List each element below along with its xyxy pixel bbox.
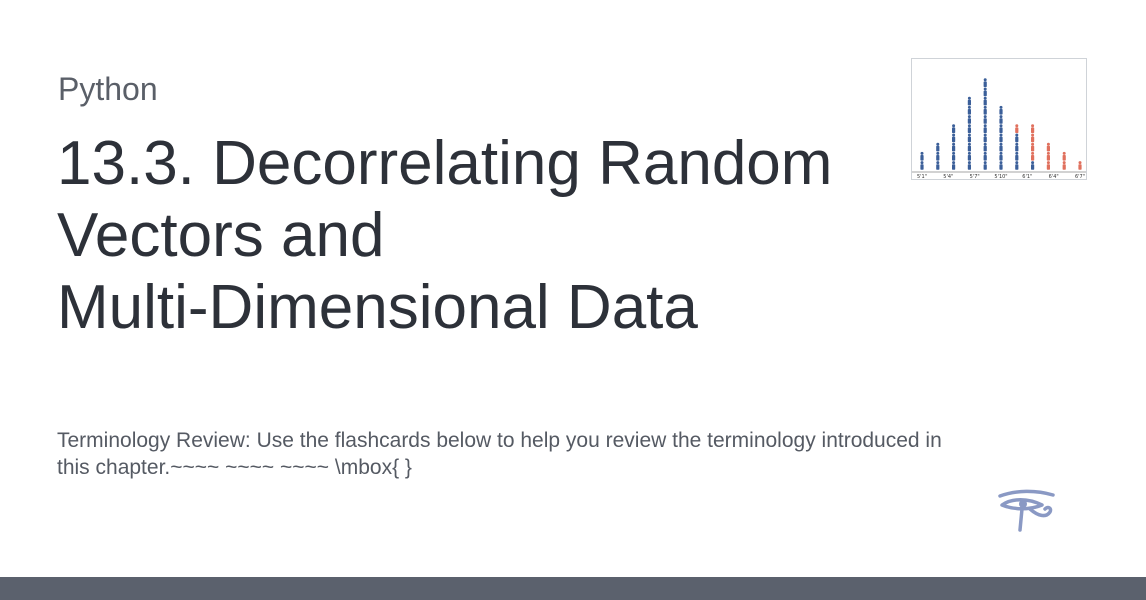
person-figure xyxy=(983,78,987,87)
person-figure xyxy=(1015,142,1019,152)
eye-of-horus-icon xyxy=(998,489,1055,532)
person-figure xyxy=(999,124,1003,133)
person-figure xyxy=(1015,124,1019,133)
person-figure xyxy=(967,151,971,161)
person-figure xyxy=(1062,151,1066,161)
axis-tick-label: 5'10" xyxy=(994,174,1007,179)
person-figure xyxy=(1078,161,1082,170)
person-figure xyxy=(1015,161,1019,170)
person-figure xyxy=(983,124,987,133)
page-title-line: 13.3. Decorrelating Random xyxy=(57,129,833,198)
person-figure xyxy=(999,115,1003,124)
person-figure xyxy=(983,87,987,97)
person-figure xyxy=(967,96,971,106)
person-figure xyxy=(1046,142,1050,152)
site-name: Python xyxy=(58,71,158,107)
axis-tick-label: 6'1" xyxy=(1022,174,1032,179)
thumbnail-axis-ticks: 5'1" 5'4" 5'7" 5'10" 6'1" 6'4" 6'7" xyxy=(917,174,1085,179)
person-figure xyxy=(1046,151,1050,161)
person-figure xyxy=(1046,161,1050,170)
person-figure xyxy=(1031,124,1035,133)
axis-tick-label: 5'1" xyxy=(917,174,927,179)
person-figure xyxy=(967,142,971,152)
person-figure xyxy=(1031,151,1035,161)
people-figures xyxy=(920,78,1082,170)
person-figure xyxy=(999,151,1003,161)
axis-tick-label: 6'4" xyxy=(1049,174,1059,179)
person-figure xyxy=(1015,151,1019,161)
person-figure xyxy=(1031,161,1035,170)
person-figure xyxy=(967,133,971,143)
person-figure xyxy=(983,161,987,170)
person-figure xyxy=(999,133,1003,143)
person-figure xyxy=(1062,161,1066,170)
preview-card: Python 13.3. Decorrelating Random Vector… xyxy=(0,0,1146,600)
person-figure xyxy=(967,105,971,115)
person-figure xyxy=(1031,142,1035,152)
person-figure xyxy=(952,161,956,170)
person-figure xyxy=(936,161,940,170)
person-figure xyxy=(1015,133,1019,143)
page-description: Terminology Review: Use the flashcards b… xyxy=(57,427,1067,481)
axis-tick-label: 5'4" xyxy=(943,174,953,179)
person-figure xyxy=(983,151,987,161)
axis-tick-label: 5'7" xyxy=(970,174,980,179)
person-figure xyxy=(967,161,971,170)
person-figure xyxy=(920,151,924,161)
person-figure xyxy=(967,115,971,124)
person-figure xyxy=(952,142,956,152)
person-figure xyxy=(983,115,987,124)
person-figure xyxy=(967,124,971,133)
page-title: 13.3. Decorrelating Random Vectors and M… xyxy=(57,128,877,344)
person-figure xyxy=(936,151,940,161)
person-figure xyxy=(952,124,956,133)
footer-bar xyxy=(0,577,1146,600)
person-figure xyxy=(1031,133,1035,143)
person-figure xyxy=(983,105,987,115)
person-figure xyxy=(983,96,987,106)
person-figure xyxy=(999,105,1003,115)
height-distribution-figure: 5'1" 5'4" 5'7" 5'10" 6'1" 6'4" 6'7" xyxy=(912,78,1086,179)
person-figure xyxy=(936,142,940,152)
person-figure xyxy=(999,161,1003,170)
description-line: this chapter.~~~~ ~~~~ ~~~~ \mbox{ } xyxy=(57,456,412,479)
person-figure xyxy=(920,161,924,170)
person-figure xyxy=(999,142,1003,152)
person-figure xyxy=(952,133,956,143)
person-figure xyxy=(983,133,987,143)
thumbnail-image: 5'1" 5'4" 5'7" 5'10" 6'1" 6'4" 6'7" xyxy=(911,58,1087,180)
page-title-line: Multi-Dimensional Data xyxy=(57,273,698,342)
description-line: Terminology Review: Use the flashcards b… xyxy=(57,429,942,452)
page-title-line: Vectors and xyxy=(57,201,385,270)
person-figure xyxy=(952,151,956,161)
person-figure xyxy=(983,142,987,152)
axis-tick-label: 6'7" xyxy=(1075,174,1085,179)
